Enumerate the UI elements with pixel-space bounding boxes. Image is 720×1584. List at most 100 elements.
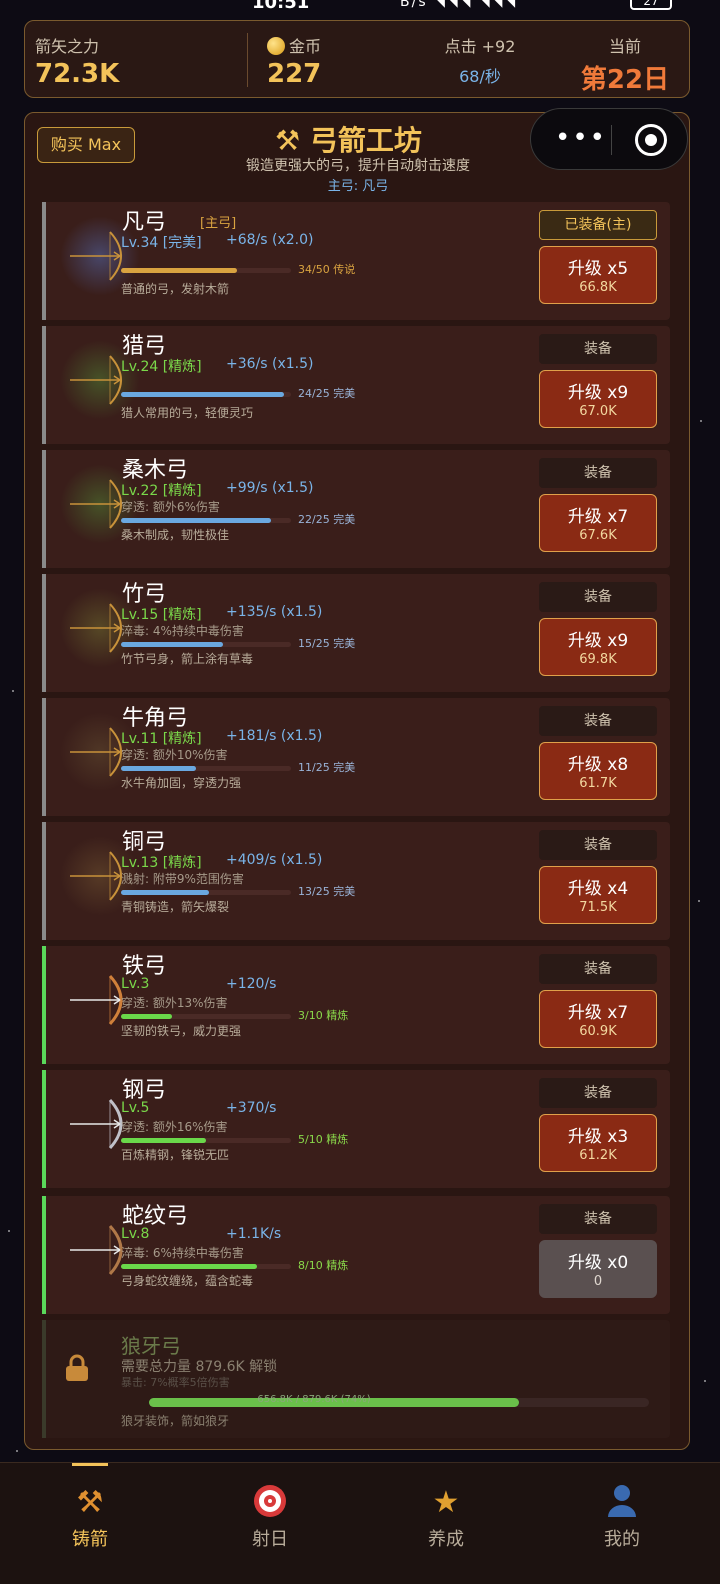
bow-level: Lv.3 <box>121 976 150 992</box>
upgrade-cost: 67.6K <box>579 528 617 543</box>
bow-progress-bar <box>121 1264 291 1269</box>
bow-progress-text: 15/25 完美 <box>298 637 356 650</box>
card-accent-bar <box>42 326 46 444</box>
card-accent-bar <box>42 1196 46 1314</box>
bow-description: 弓身蛇纹缠绕，蕴含蛇毒 <box>121 1274 254 1288</box>
bow-rate: +409/s (x1.5) <box>226 852 323 868</box>
bow-level: Lv.24 [精炼] <box>121 359 202 375</box>
user-icon <box>532 1483 712 1523</box>
day-value: 第22日 <box>580 65 670 95</box>
bow-progress-text: 22/25 完美 <box>298 513 356 526</box>
card-accent-bar <box>42 946 46 1064</box>
equip-button[interactable]: 装备 <box>539 954 657 984</box>
equip-button[interactable]: 装备 <box>539 1078 657 1108</box>
bow-progress-text: 11/25 完美 <box>298 761 356 774</box>
day-label: 当前 <box>608 37 641 56</box>
nav-item-me[interactable]: 我的 <box>532 1463 712 1563</box>
bow-progress-bar <box>121 1138 291 1143</box>
nav-item-shoot[interactable]: 射日 <box>180 1463 360 1563</box>
bow-description: 百炼精钢，锋锐无匹 <box>121 1148 230 1162</box>
battery-icon: 27 <box>630 0 672 10</box>
upgrade-label: 升级 x4 <box>567 879 629 899</box>
unlock-requirement: 需要总力量 879.6K 解锁 <box>121 1359 278 1375</box>
upgrade-cost: 61.2K <box>579 1148 617 1163</box>
bow-progress-bar <box>121 642 291 647</box>
upgrade-cost: 66.8K <box>579 280 617 295</box>
upgrade-button[interactable]: 升级 x9 67.0K <box>539 370 657 428</box>
gold-stat: 金币 227 <box>267 33 321 89</box>
card-accent-bar <box>42 202 46 320</box>
equip-button[interactable]: 装备 <box>539 1204 657 1234</box>
bow-level: Lv.11 [精炼] <box>121 731 202 747</box>
upgrade-cost: 60.9K <box>579 1024 617 1039</box>
card-accent-bar <box>42 1070 46 1188</box>
upgrade-label: 升级 x9 <box>567 383 629 403</box>
power-label: 箭矢之力 <box>35 37 100 56</box>
close-miniprogram-icon[interactable] <box>635 124 667 156</box>
bow-rate: +1.1K/s <box>226 1226 282 1242</box>
click-stat: 点击 +92 68/秒 <box>425 33 535 87</box>
bow-progress-bar <box>121 518 291 523</box>
equip-button[interactable]: 装备 <box>539 830 657 860</box>
crossed-hammers-icon: ⚒ <box>275 124 301 157</box>
bow-rate: +181/s (x1.5) <box>226 728 323 744</box>
upgrade-cost: 61.7K <box>579 776 617 791</box>
upgrade-button[interactable]: 升级 x7 60.9K <box>539 990 657 1048</box>
bow-level: Lv.5 <box>121 1100 150 1116</box>
locked-bow-name: 狼牙弓 <box>121 1334 181 1358</box>
bow-rate: +135/s (x1.5) <box>226 604 323 620</box>
main-bow-label: 主弓: 凡弓 <box>327 179 389 194</box>
upgrade-button[interactable]: 升级 x5 66.8K <box>539 246 657 304</box>
upgrade-button[interactable]: 升级 x4 71.5K <box>539 866 657 924</box>
gold-value: 227 <box>267 59 322 89</box>
stats-divider <box>247 33 248 87</box>
upgrade-label: 升级 x7 <box>567 507 629 527</box>
equip-button[interactable]: 装备 <box>539 334 657 364</box>
bow-effect: 淬毒: 6%持续中毒伤害 <box>121 1246 244 1260</box>
bow-level: Lv.15 [精炼] <box>121 607 202 623</box>
bow-description: 普通的弓，发射木箭 <box>121 282 230 296</box>
more-icon[interactable]: ••• <box>555 123 607 153</box>
bow-card: 牛角弓 Lv.11 [精炼] +181/s (x1.5) 穿透: 额外10%伤害… <box>42 698 670 816</box>
stats-header: 箭矢之力 72.3K 金币 227 点击 +92 68/秒 当前 第22日 <box>24 20 690 98</box>
upgrade-button[interactable]: 升级 x3 61.2K <box>539 1114 657 1172</box>
upgrade-button[interactable]: 升级 x7 67.6K <box>539 494 657 552</box>
active-indicator <box>72 1463 108 1466</box>
bow-card: 钢弓 Lv.5 +370/s 穿透: 额外16%伤害 5/10 精炼 百炼精钢，… <box>42 1070 670 1188</box>
equip-button[interactable]: 装备 <box>539 706 657 736</box>
click-label: 点击 +92 <box>444 37 516 56</box>
locked-bow-effect: 暴击: 7%概率5倍伤害 <box>121 1376 230 1389</box>
power-stat: 箭矢之力 72.3K <box>35 33 119 89</box>
bow-progress-text: 5/10 精炼 <box>298 1133 349 1146</box>
bow-level: Lv.34 [完美] <box>121 235 202 251</box>
star-icon: ★ <box>432 1485 460 1520</box>
upgrade-cost: 67.0K <box>579 404 617 419</box>
upgrade-label: 升级 x7 <box>567 1003 629 1023</box>
status-bar: 10:51 B/s ◥◥◥ ◥◥◥ 27 <box>0 0 720 16</box>
bow-progress-text: 8/10 精炼 <box>298 1259 349 1272</box>
upgrade-button[interactable]: 升级 x8 61.7K <box>539 742 657 800</box>
upgrade-button[interactable]: 升级 x0 0 <box>539 1240 657 1298</box>
upgrade-button[interactable]: 升级 x9 69.8K <box>539 618 657 676</box>
bow-level: Lv.22 [精炼] <box>121 483 202 499</box>
bow-effect: 穿透: 额外6%伤害 <box>121 500 220 514</box>
miniprogram-capsule: ••• <box>530 108 688 170</box>
crossed-hammers-icon: ⚒ <box>76 1485 104 1520</box>
equip-button[interactable]: 装备 <box>539 458 657 488</box>
nav-item-grow[interactable]: ★ 养成 <box>356 1463 536 1563</box>
lock-icon <box>66 1354 88 1381</box>
power-value: 72.3K <box>35 59 120 89</box>
locked-bow-card: 狼牙弓 需要总力量 879.6K 解锁 暴击: 7%概率5倍伤害 656.8K … <box>42 1320 670 1438</box>
bow-progress-bar <box>121 268 291 273</box>
bow-rate: +120/s <box>226 976 277 992</box>
equip-button[interactable]: 已装备(主) <box>539 210 657 240</box>
card-accent-bar <box>42 450 46 568</box>
bow-level: Lv.8 <box>121 1226 150 1242</box>
bow-effect: 穿透: 额外10%伤害 <box>121 748 228 762</box>
coin-icon <box>267 37 285 55</box>
bow-progress-bar <box>121 392 291 397</box>
card-accent-bar <box>42 822 46 940</box>
nav-item-forge[interactable]: ⚒ 铸箭 <box>0 1463 180 1563</box>
bow-rate: +370/s <box>226 1100 277 1116</box>
equip-button[interactable]: 装备 <box>539 582 657 612</box>
